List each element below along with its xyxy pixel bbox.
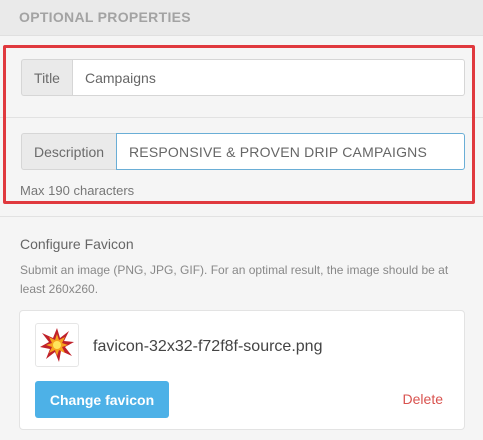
burst-icon <box>40 328 74 362</box>
highlight-box <box>3 45 475 204</box>
section-heading: OPTIONAL PROPERTIES <box>19 9 191 25</box>
change-favicon-button[interactable]: Change favicon <box>35 381 169 418</box>
favicon-thumbnail <box>35 323 79 367</box>
favicon-card: favicon-32x32-f72f8f-source.png Change f… <box>19 310 465 430</box>
favicon-filename: favicon-32x32-f72f8f-source.png <box>93 338 323 355</box>
favicon-help-text: Submit an image (PNG, JPG, GIF). For an … <box>20 263 449 296</box>
delete-favicon-link[interactable]: Delete <box>403 391 443 407</box>
section-divider <box>0 216 483 217</box>
favicon-heading: Configure Favicon <box>20 236 134 252</box>
section-header: OPTIONAL PROPERTIES <box>0 0 483 36</box>
